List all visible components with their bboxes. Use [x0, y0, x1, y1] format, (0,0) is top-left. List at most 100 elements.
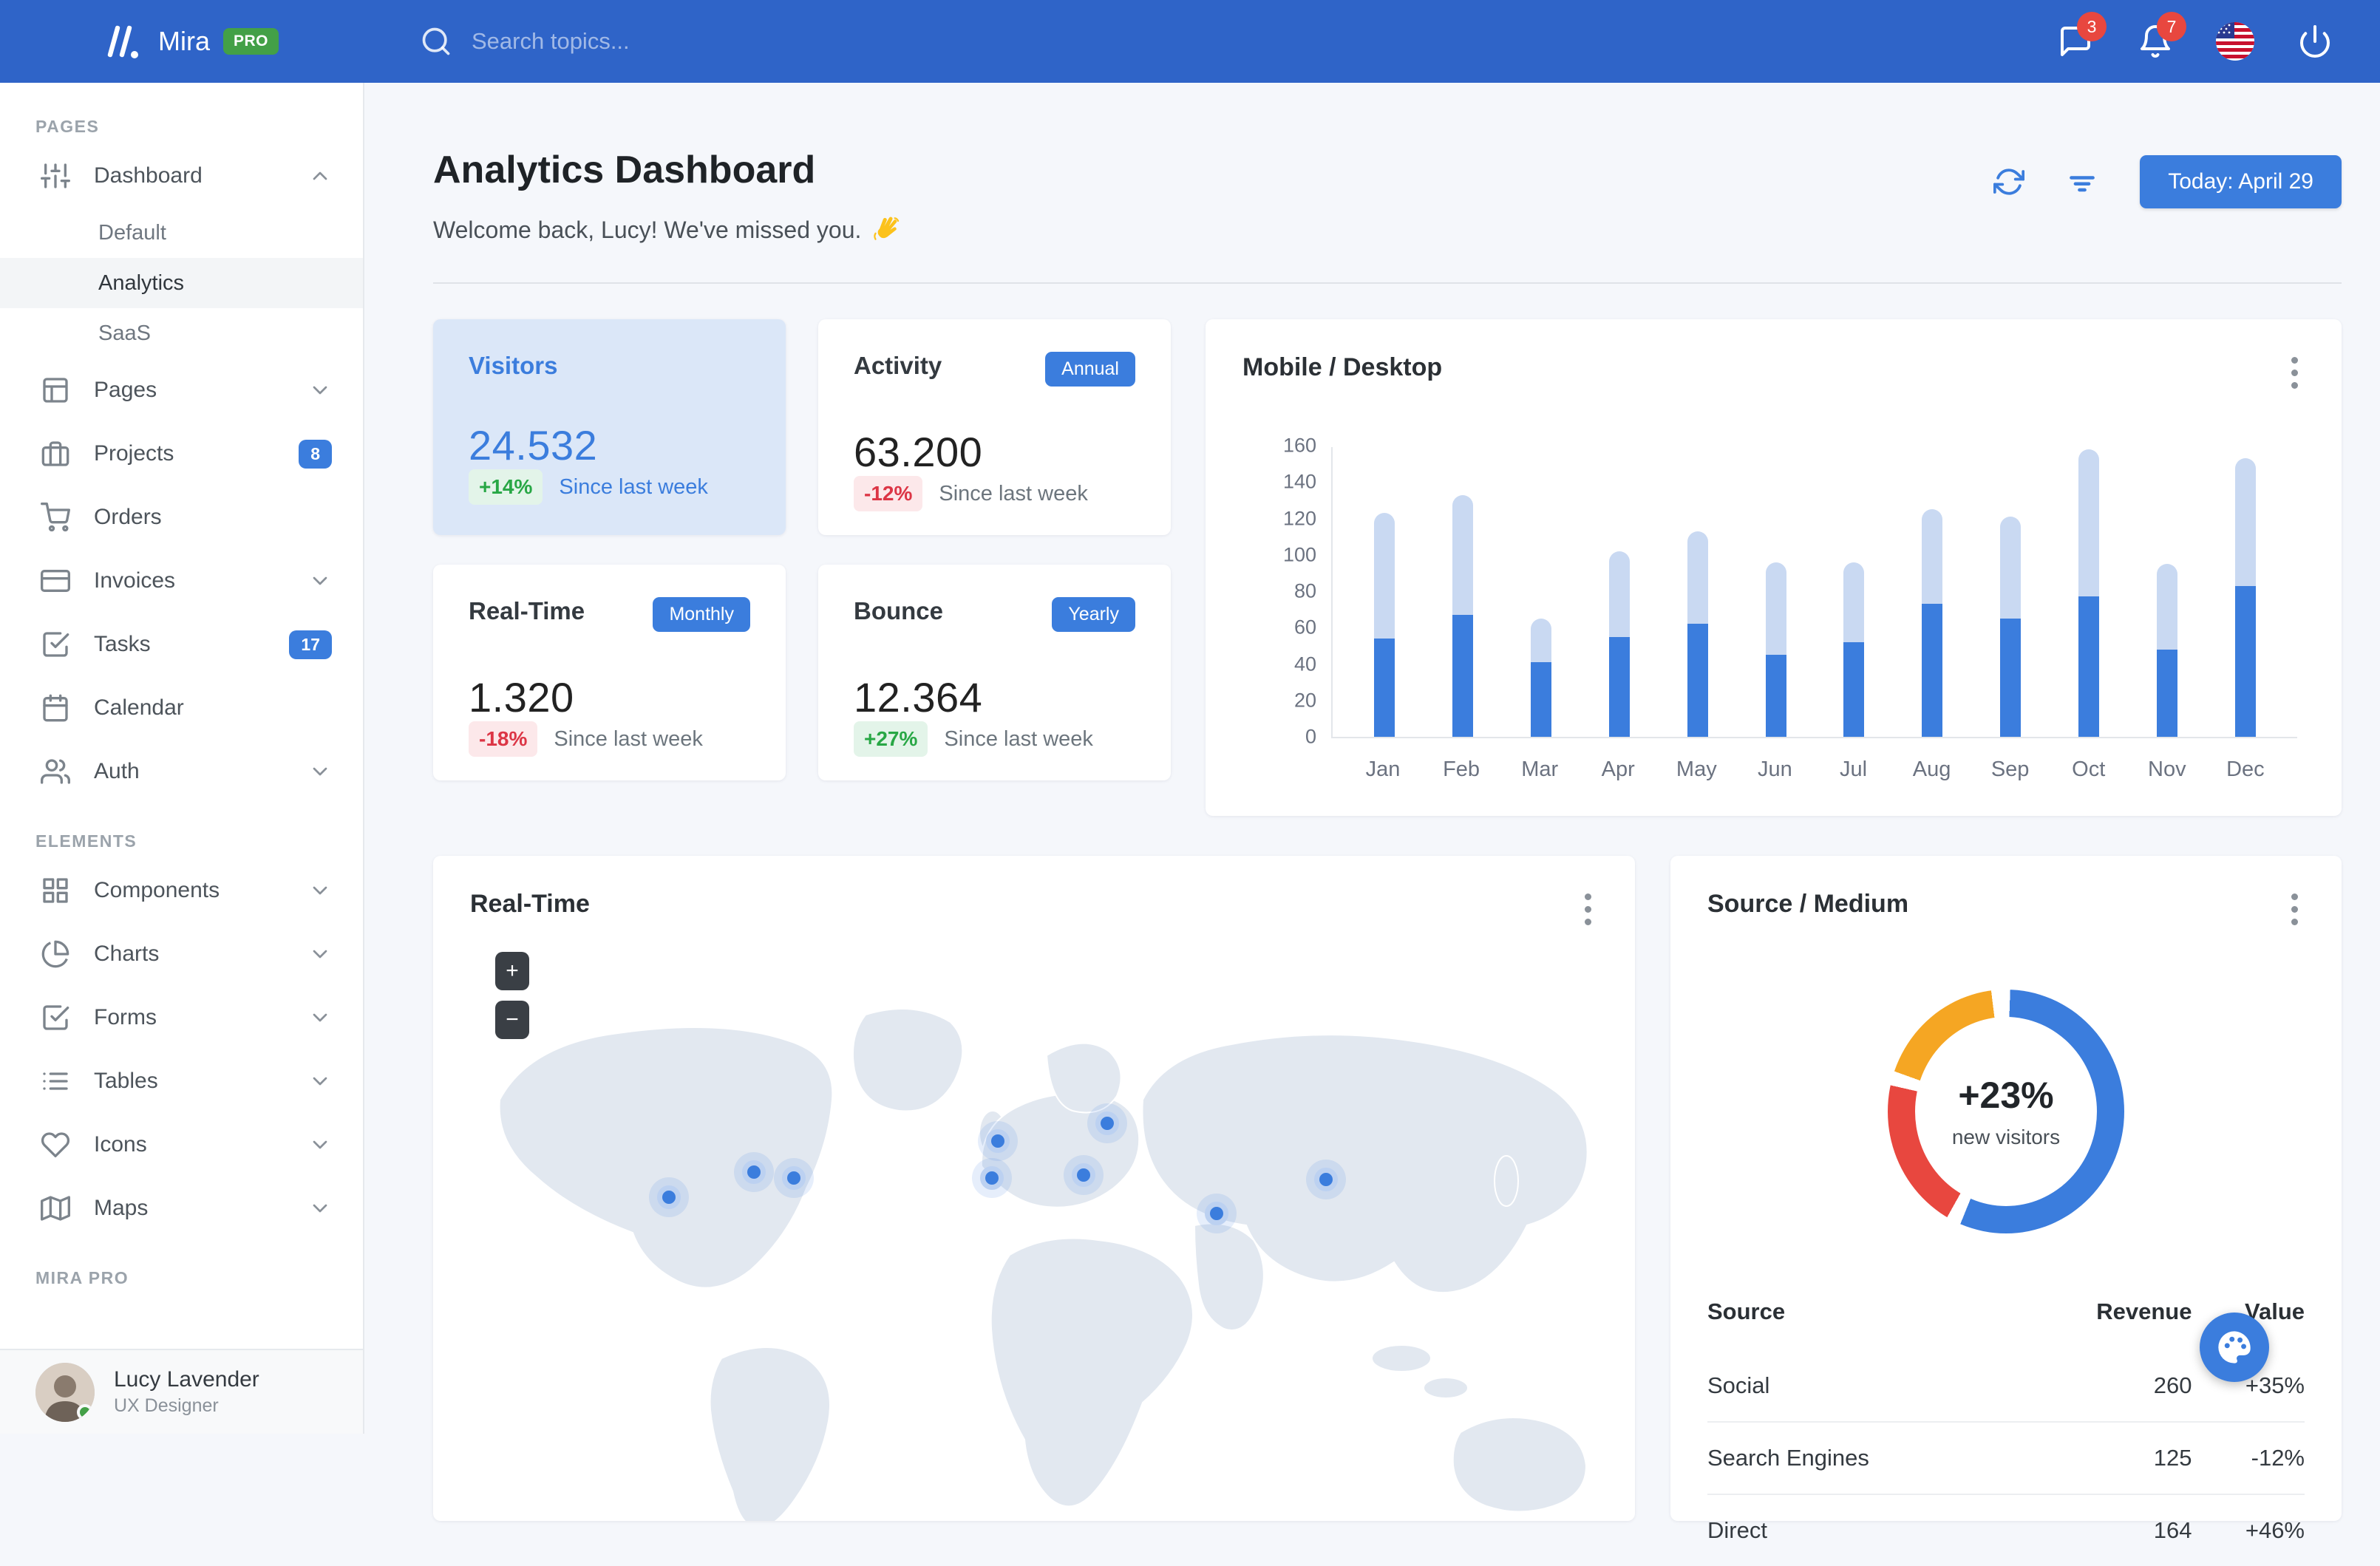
filter-icon — [2066, 166, 2098, 198]
sidebar-item-label: Calendar — [94, 695, 332, 721]
today-date-button[interactable]: Today: April 29 — [2140, 155, 2342, 208]
stat-title: Activity — [854, 352, 942, 380]
sidebar-item-auth[interactable]: Auth — [0, 740, 363, 803]
sidebar-subitem-saas[interactable]: SaaS — [0, 308, 363, 358]
sidebar-item-calendar[interactable]: Calendar — [0, 676, 363, 740]
sidebar-item-charts[interactable]: Charts — [0, 922, 363, 986]
subitem-label: Default — [98, 221, 166, 245]
sidebar-item-orders[interactable]: Orders — [0, 486, 363, 549]
sidebar-item-label: Tasks — [94, 632, 289, 657]
x-tick-label: Jun — [1764, 758, 1785, 782]
bar-dec — [2235, 458, 2256, 737]
sidebar-item-pages[interactable]: Pages — [0, 358, 363, 422]
x-tick-label: Jul — [1843, 758, 1863, 782]
map-marker — [782, 1166, 806, 1190]
list-icon — [41, 1066, 70, 1096]
subitem-label: SaaS — [98, 321, 151, 346]
sidebar-item-label: Tables — [94, 1069, 308, 1094]
chevron-down-icon — [308, 569, 332, 593]
messages-badge: 3 — [2077, 12, 2107, 41]
cell-source: Direct — [1707, 1494, 2012, 1566]
cell-value: +46% — [2192, 1494, 2305, 1566]
sidebar-item-projects[interactable]: Projects 8 — [0, 422, 363, 486]
stat-delta-badge: -18% — [469, 721, 537, 757]
sidebar-subitem-analytics[interactable]: Analytics — [0, 258, 363, 308]
notifications-button[interactable]: 7 — [2135, 21, 2176, 62]
map-marker — [1095, 1111, 1119, 1135]
stat-card-visitors: Visitors 24.532 +14% Since last week — [433, 319, 786, 535]
brand-name: Mira — [158, 26, 210, 57]
language-flag-button[interactable] — [2214, 21, 2256, 62]
bar-apr — [1609, 551, 1630, 737]
filter-button[interactable] — [2066, 166, 2098, 198]
stat-delta-badge: -12% — [854, 476, 922, 511]
stat-card-activity: Activity Annual 63.200 -12% Since last w… — [818, 319, 1171, 535]
sidebar-item-tasks[interactable]: Tasks 17 — [0, 613, 363, 676]
user-name: Lucy Lavender — [114, 1367, 259, 1392]
chevron-down-icon — [308, 1196, 332, 1220]
sidebar-item-label: Charts — [94, 942, 308, 967]
sidebar-item-forms[interactable]: Forms — [0, 986, 363, 1049]
search-input[interactable] — [472, 28, 856, 55]
tasks-count-badge: 17 — [289, 630, 332, 659]
sidebar-item-dashboard[interactable]: Dashboard — [0, 144, 363, 208]
search-icon — [420, 25, 452, 58]
sidebar-section-elements: ELEMENTS — [0, 831, 363, 859]
bar-jun — [1766, 562, 1786, 737]
sidebar-item-label: Invoices — [94, 568, 308, 593]
map-menu-kebab[interactable] — [1573, 888, 1602, 930]
x-tick-label: Oct — [2078, 758, 2099, 782]
palette-icon — [2215, 1328, 2254, 1366]
chevron-down-icon — [308, 378, 332, 402]
sidebar-item-label: Forms — [94, 1005, 308, 1030]
chart-menu-kebab[interactable] — [2279, 352, 2309, 393]
logout-power-button[interactable] — [2294, 21, 2336, 62]
map-zoom-out-button[interactable]: − — [495, 1001, 529, 1039]
sidebar-item-invoices[interactable]: Invoices — [0, 549, 363, 613]
sidebar-item-icons[interactable]: Icons — [0, 1113, 363, 1177]
source-menu-kebab[interactable] — [2279, 888, 2309, 930]
sidebar-section-mira-pro: MIRA PRO — [0, 1268, 363, 1296]
col-header-revenue: Revenue — [2012, 1298, 2192, 1350]
bar-oct — [2078, 449, 2099, 737]
notifications-badge: 7 — [2157, 12, 2186, 41]
map-marker — [1072, 1163, 1095, 1187]
chevron-down-icon — [308, 1006, 332, 1029]
donut-center-label: new visitors — [1952, 1126, 2060, 1149]
refresh-button[interactable] — [1993, 166, 2024, 197]
y-tick-label: 20 — [1294, 689, 1316, 712]
bar-jan — [1374, 513, 1395, 737]
heart-icon — [41, 1130, 70, 1160]
chart-title: Mobile / Desktop — [1242, 353, 2305, 382]
sidebar-item-label: Projects — [94, 441, 299, 466]
x-tick-label: Nov — [2157, 758, 2177, 782]
chevron-down-icon — [308, 1069, 332, 1093]
bar-mar — [1531, 619, 1551, 737]
map-zoom-in-button[interactable]: + — [495, 952, 529, 990]
chevron-up-icon — [308, 164, 332, 188]
cell-revenue: 260 — [2012, 1350, 2192, 1422]
theme-palette-fab[interactable] — [2200, 1313, 2269, 1382]
subitem-label: Analytics — [98, 271, 184, 296]
brand[interactable]: Mira PRO — [0, 24, 364, 58]
stat-value: 1.320 — [469, 673, 750, 721]
world-map[interactable] — [433, 944, 1635, 1521]
bar-chart-x-labels: JanFebMarAprMayJunJulAugSepOctNovDec — [1331, 738, 2297, 782]
pie-chart-icon — [41, 939, 70, 969]
sidebar-item-components[interactable]: Components — [0, 859, 363, 922]
world-map-svg — [433, 944, 1635, 1521]
sidebar-user-footer[interactable]: Lucy Lavender UX Designer — [0, 1349, 363, 1434]
sidebar-subitem-default[interactable]: Default — [0, 208, 363, 258]
y-tick-label: 160 — [1283, 435, 1316, 457]
sidebar-item-label: Icons — [94, 1132, 308, 1157]
messages-button[interactable]: 3 — [2055, 21, 2096, 62]
y-tick-label: 140 — [1283, 471, 1316, 494]
x-tick-label: Jan — [1373, 758, 1393, 782]
cell-source: Search Engines — [1707, 1422, 2012, 1494]
donut-chart: +23% new visitors — [1888, 990, 2124, 1233]
sidebar-item-tables[interactable]: Tables — [0, 1049, 363, 1113]
sidebar-item-label: Orders — [94, 505, 332, 530]
cell-source: Social — [1707, 1350, 2012, 1422]
sidebar-item-maps[interactable]: Maps — [0, 1177, 363, 1240]
period-pill: Annual — [1045, 352, 1135, 387]
